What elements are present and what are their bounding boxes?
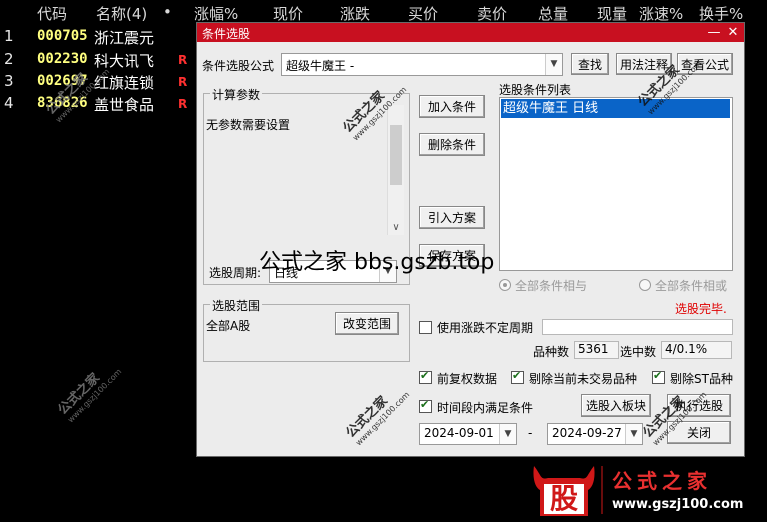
date-separator: - — [528, 426, 533, 440]
margin-flag: R — [178, 75, 188, 89]
date-from-picker[interactable]: 2024-09-01 ▼ — [419, 423, 517, 445]
add-condition-button[interactable]: 加入条件 — [419, 95, 485, 118]
exclude-st-checkbox[interactable] — [652, 369, 665, 384]
close-icon[interactable]: ✕ — [724, 23, 742, 42]
condition-select-dialog: 条件选股 — ✕ 条件选股公式 超级牛魔王 - ▼ 查找 用法注释 查看公式 计… — [196, 22, 745, 457]
date-to-picker[interactable]: 2024-09-27 ▼ — [547, 423, 643, 445]
logo-char: 股 — [550, 482, 578, 515]
save-plan-button[interactable]: 保存方案 — [419, 244, 485, 267]
col-price[interactable]: 现价 — [273, 3, 303, 24]
pre-adjust-label: 前复权数据 — [437, 372, 498, 386]
to-block-button[interactable]: 选股入板块 — [581, 394, 651, 417]
stock-code: 002697 — [37, 73, 88, 89]
watermark: 公式之家 www.gszj100.com — [55, 367, 124, 425]
radio-and[interactable] — [499, 279, 511, 291]
stock-list-header: 代码 名称(4) • 涨幅% 现价 涨跌 买价 卖价 总量 现量 涨速% 换手% — [0, 0, 767, 24]
params-title: 计算参数 — [210, 86, 263, 103]
col-name[interactable]: 名称(4) — [96, 3, 147, 24]
status-text: 选股完毕. — [675, 302, 727, 316]
condition-list[interactable]: 超级牛魔王 日线 — [499, 97, 733, 271]
margin-flag: R — [178, 97, 188, 111]
logo-text: 公式之家 — [612, 469, 712, 493]
col-volume[interactable]: 总量 — [538, 3, 568, 24]
execute-button[interactable]: 执行选股 — [667, 394, 731, 417]
col-speed[interactable]: 涨速% — [639, 3, 683, 24]
col-change-pct[interactable]: 涨幅% — [194, 3, 238, 24]
row-index: 1 — [4, 27, 14, 45]
logo-url: www.gszj100.com — [612, 497, 743, 512]
range-title: 选股范围 — [210, 297, 263, 314]
params-scrollbar[interactable]: ∨ — [387, 105, 404, 235]
formula-value: 超级牛魔王 - — [286, 59, 355, 73]
period-value: 日线 — [274, 266, 299, 280]
rise-fall-field[interactable] — [542, 319, 733, 335]
row-index: 2 — [4, 50, 14, 68]
scroll-thumb[interactable] — [390, 125, 402, 185]
stock-name: 浙江震元 — [94, 29, 155, 47]
stock-name: 红旗连锁 — [94, 74, 155, 92]
formula-label: 条件选股公式 — [202, 59, 275, 73]
time-range-label: 时间段内满足条件 — [437, 401, 534, 415]
cond-list-title: 选股条件列表 — [499, 83, 572, 97]
radio-or[interactable] — [639, 279, 651, 291]
time-range-checkbox[interactable] — [419, 398, 432, 413]
exclude-st-label: 剔除ST品种 — [670, 372, 733, 386]
minimize-icon[interactable]: — — [705, 23, 723, 42]
count-value: 5361 — [578, 342, 609, 356]
radio-and-label: 全部条件相与 — [515, 279, 588, 293]
dialog-title: 条件选股 — [202, 27, 251, 41]
period-combo[interactable]: 日线 ▼ — [269, 260, 397, 283]
col-cur-volume[interactable]: 现量 — [597, 3, 627, 24]
chevron-down-icon[interactable]: ▼ — [545, 54, 562, 75]
col-bid[interactable]: 买价 — [408, 3, 438, 24]
usage-notes-button[interactable]: 用法注释 — [616, 53, 672, 75]
chevron-down-icon[interactable]: ∨ — [388, 222, 404, 233]
stock-code: 000705 — [37, 28, 88, 44]
import-plan-button[interactable]: 引入方案 — [419, 206, 485, 229]
close-button[interactable]: 关闭 — [667, 421, 731, 444]
col-turnover[interactable]: 换手% — [699, 3, 743, 24]
watermark: 公式之家 www.gszj100.com — [343, 390, 412, 448]
use-rise-fall-checkbox[interactable] — [419, 321, 432, 334]
row-index: 3 — [4, 72, 14, 90]
date-to-value: 2024-09-27 — [552, 426, 622, 440]
chevron-down-icon[interactable]: ▼ — [499, 424, 516, 444]
date-from-value: 2024-09-01 — [424, 426, 494, 440]
formula-combo[interactable]: 超级牛魔王 - ▼ — [281, 53, 563, 76]
chevron-down-icon[interactable]: ▼ — [379, 261, 396, 282]
margin-flag: R — [178, 53, 188, 67]
stock-code: 002230 — [37, 51, 88, 67]
pre-adjust-checkbox[interactable] — [419, 369, 432, 384]
change-range-button[interactable]: 改变范围 — [335, 312, 399, 335]
period-label: 选股周期: — [209, 266, 262, 280]
stock-code: 836826 — [37, 95, 88, 111]
selected-value: 4/0.1% — [665, 342, 708, 356]
site-logo: 股 公式之家 www.gszj100.com — [528, 462, 767, 518]
chevron-down-icon[interactable]: ▼ — [625, 424, 642, 444]
dialog-title-bar[interactable]: 条件选股 — ✕ — [197, 23, 744, 42]
count-label: 品种数 — [533, 345, 570, 359]
selected-label: 选中数 — [620, 345, 657, 359]
col-ask[interactable]: 卖价 — [477, 3, 507, 24]
stock-name: 盖世食品 — [94, 96, 155, 114]
count-field: 5361 — [574, 341, 619, 359]
range-value: 全部A股 — [206, 319, 251, 333]
exclude-untraded-checkbox[interactable] — [511, 369, 524, 384]
col-code[interactable]: 代码 — [37, 3, 67, 24]
view-formula-button[interactable]: 查看公式 — [677, 53, 733, 75]
col-dot: • — [163, 3, 172, 21]
stock-name: 科大讯飞 — [94, 52, 155, 70]
row-index: 4 — [4, 94, 14, 112]
delete-condition-button[interactable]: 删除条件 — [419, 133, 485, 156]
find-button[interactable]: 查找 — [571, 53, 609, 75]
params-text: 无参数需要设置 — [206, 118, 291, 132]
list-item[interactable]: 超级牛魔王 日线 — [501, 99, 730, 118]
selected-field: 4/0.1% — [661, 341, 732, 359]
use-rise-fall-label: 使用涨跌不定周期 — [437, 321, 534, 335]
col-change[interactable]: 涨跌 — [340, 3, 370, 24]
logo-graphic: 股 公式之家 www.gszj100.com — [533, 466, 743, 516]
radio-or-label: 全部条件相或 — [655, 279, 728, 293]
exclude-untraded-label: 剔除当前未交易品种 — [529, 372, 638, 386]
